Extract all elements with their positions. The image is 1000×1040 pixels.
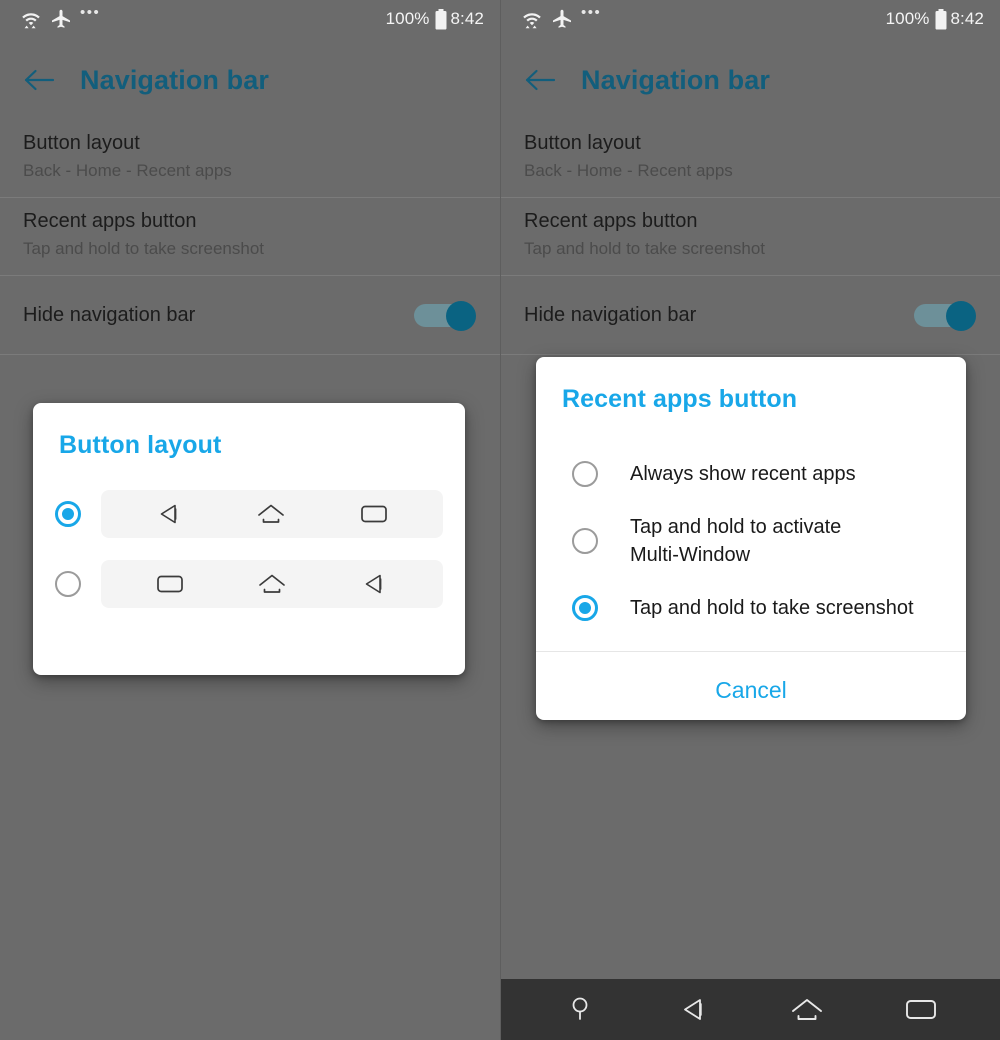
right-screen: ••• 100% 8:42 Navigation bar Button layo…: [500, 0, 1000, 1040]
app-bar: Navigation bar: [501, 52, 1000, 108]
page-title: Navigation bar: [80, 64, 269, 95]
radio-button-unselected[interactable]: [55, 571, 81, 597]
recents-icon: [156, 575, 183, 593]
cancel-button[interactable]: Cancel: [536, 652, 966, 729]
option-tap-hold-multi-window[interactable]: Tap and hold to activate Multi-Window: [536, 507, 966, 574]
setting-subtitle: Back - Home - Recent apps: [524, 161, 733, 180]
back-icon: [683, 999, 702, 1020]
clock-label: 8:42: [450, 9, 484, 28]
option-tap-hold-screenshot[interactable]: Tap and hold to take screenshot: [536, 574, 966, 641]
layout-option-list: [33, 460, 465, 608]
dialog-title: Recent apps button: [562, 385, 798, 413]
option-always-show-recent-apps[interactable]: Always show recent apps: [536, 440, 966, 507]
radio-dot: [579, 601, 591, 614]
setting-subtitle: Tap and hold to take screenshot: [23, 239, 264, 258]
setting-row-hide-navigation-bar[interactable]: Hide navigation bar: [0, 276, 500, 355]
status-bar: ••• 100% 8:42: [501, 0, 1000, 38]
recents-button[interactable]: [892, 988, 950, 1032]
hide-navigation-bar-toggle[interactable]: [414, 301, 476, 331]
battery-percent-label: 100%: [385, 9, 430, 28]
setting-row-button-layout[interactable]: Button layout Back - Home - Recent apps: [501, 120, 1000, 198]
setting-title: Hide navigation bar: [23, 304, 196, 326]
recent-apps-button-dialog[interactable]: Recent apps button Always show recent ap…: [536, 357, 966, 720]
back-button[interactable]: [665, 988, 723, 1032]
toggle-thumb: [946, 301, 976, 331]
status-bar-right: 100% 8:42: [385, 8, 484, 30]
battery-full-icon: [935, 8, 946, 29]
more-dots-icon: •••: [581, 4, 602, 21]
home-icon: [259, 574, 286, 593]
dual-screenshot-comparison: ••• 100% 8:42 Navigation bar Button layo…: [0, 0, 1000, 1040]
system-navigation-bar: [501, 979, 1000, 1040]
status-bar-left-icons: •••: [20, 4, 101, 29]
setting-title: Recent apps button: [23, 210, 197, 232]
hide-navigation-bar-toggle[interactable]: [914, 301, 976, 331]
setting-title: Hide navigation bar: [524, 304, 697, 326]
keyboard-hide-button[interactable]: [551, 988, 609, 1032]
home-button[interactable]: [778, 988, 836, 1032]
wifi-icon: [22, 13, 40, 29]
recents-icon: [361, 505, 387, 523]
status-bar-right: 100% 8:42: [885, 8, 984, 30]
option-label: Tap and hold to take screenshot: [630, 596, 914, 619]
radio-ring: [55, 571, 81, 597]
layout-option-row[interactable]: [55, 490, 443, 538]
setting-row-hide-navigation-bar[interactable]: Hide navigation bar: [501, 276, 1000, 355]
home-icon: [258, 504, 285, 523]
navbar-preview-back-home-recents: [101, 490, 443, 538]
option-label: Always show recent apps: [630, 462, 856, 485]
radio-ring: [572, 527, 598, 554]
home-icon: [792, 999, 823, 1020]
layout-option-row[interactable]: [55, 560, 443, 608]
settings-list: Button layout Back - Home - Recent apps …: [501, 120, 1000, 355]
more-dots-icon: •••: [80, 4, 101, 21]
setting-subtitle: Tap and hold to take screenshot: [524, 239, 765, 258]
radio-dot: [62, 508, 74, 520]
setting-subtitle: Back - Home - Recent apps: [23, 161, 232, 180]
clock-label: 8:42: [950, 9, 984, 28]
settings-list: Button layout Back - Home - Recent apps …: [0, 120, 500, 355]
setting-row-recent-apps-button[interactable]: Recent apps button Tap and hold to take …: [0, 198, 500, 276]
back-arrow-icon[interactable]: [523, 65, 557, 95]
page-title: Navigation bar: [581, 64, 770, 95]
status-bar-left-icons: •••: [521, 4, 602, 29]
airplane-mode-icon: [553, 9, 571, 28]
recents-icon: [906, 1000, 937, 1019]
back-icon: [365, 574, 382, 594]
setting-title: Button layout: [23, 132, 140, 154]
setting-title: Button layout: [524, 132, 641, 154]
wifi-icon: [523, 13, 541, 29]
airplane-mode-icon: [52, 9, 70, 28]
radio-ring: [572, 460, 598, 487]
dialog-title: Button layout: [59, 431, 222, 459]
status-bar: ••• 100% 8:42: [0, 0, 500, 38]
navbar-preview-recents-home-back: [101, 560, 443, 608]
back-icon: [160, 504, 177, 524]
setting-row-button-layout[interactable]: Button layout Back - Home - Recent apps: [0, 120, 500, 198]
keyboard-hide-icon: [572, 997, 588, 1020]
toggle-thumb: [446, 301, 476, 331]
radio-button-unselected[interactable]: [572, 527, 598, 554]
battery-percent-label: 100%: [885, 9, 930, 28]
radio-button-selected[interactable]: [572, 594, 598, 621]
recent-apps-option-list: Always show recent apps Tap and hold to …: [536, 414, 966, 641]
radio-button-unselected[interactable]: [572, 460, 598, 487]
back-arrow-icon[interactable]: [22, 65, 56, 95]
setting-title: Recent apps button: [524, 210, 698, 232]
app-bar: Navigation bar: [0, 52, 500, 108]
setting-row-recent-apps-button[interactable]: Recent apps button Tap and hold to take …: [501, 198, 1000, 276]
button-layout-dialog[interactable]: Button layout: [33, 403, 465, 675]
battery-full-icon: [435, 8, 446, 29]
radio-button-selected[interactable]: [55, 501, 81, 527]
left-screen: ••• 100% 8:42 Navigation bar Button layo…: [0, 0, 500, 1040]
option-label: Tap and hold to activate Multi-Window: [630, 515, 842, 566]
